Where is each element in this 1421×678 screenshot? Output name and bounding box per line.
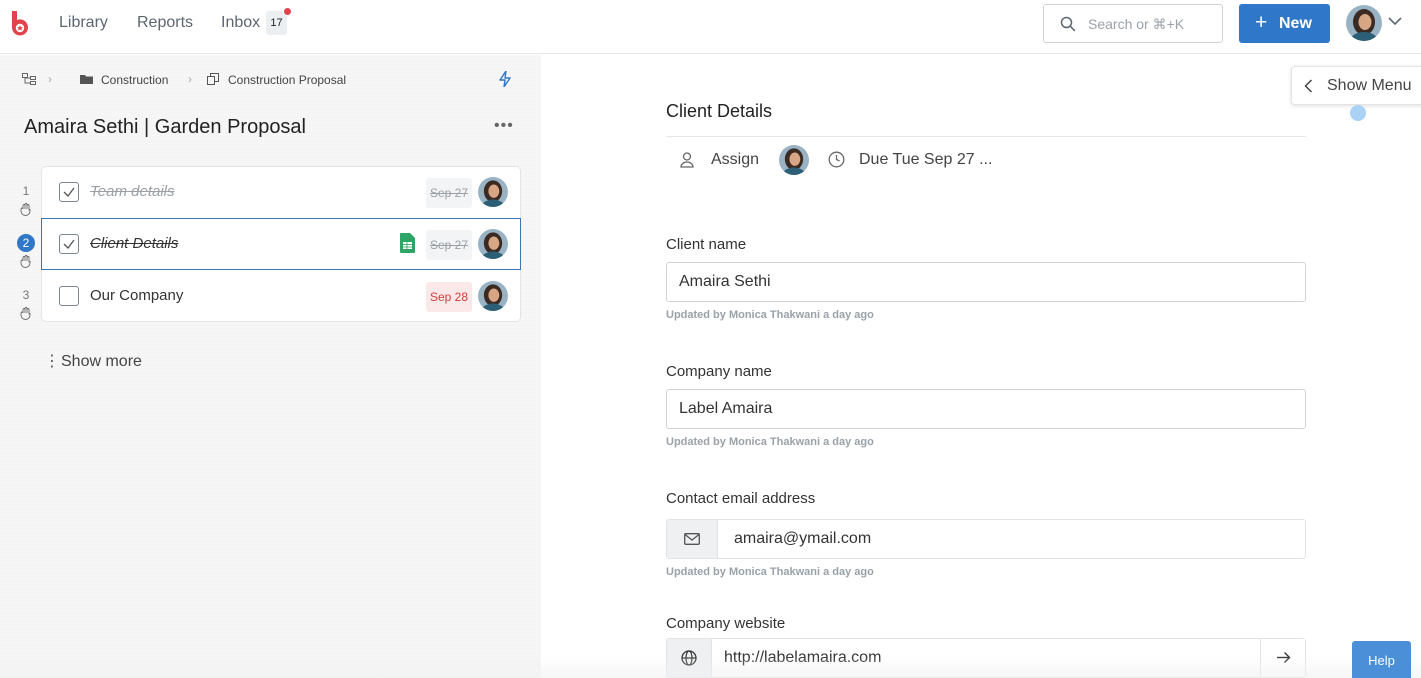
clock-icon <box>828 151 845 168</box>
top-navigation-bar: Library Reports Inbox 17 Search or ⌘+K +… <box>0 0 1421 54</box>
show-menu-label: Show Menu <box>1327 77 1412 94</box>
task-detail-panel: Client Details Assign Due Tue Sep 27 ...… <box>541 55 1421 678</box>
email-addon <box>667 520 718 558</box>
check-icon <box>63 239 75 249</box>
chevron-down-icon[interactable] <box>1388 16 1402 26</box>
more-options-button[interactable]: ••• <box>494 117 514 135</box>
breadcrumb: › Construction › Construction Proposal <box>0 55 541 105</box>
contact-email-field[interactable]: amaira@ymail.com <box>666 519 1306 559</box>
help-button[interactable]: Help <box>1352 641 1411 678</box>
spreadsheet-icon <box>400 233 415 253</box>
contact-email-label: Contact email address <box>666 490 816 507</box>
vertical-dots-icon: ⋮ <box>44 353 60 370</box>
search-icon <box>1060 16 1076 32</box>
task-number: 3 <box>22 288 30 302</box>
company-website-label: Company website <box>666 615 786 632</box>
lightning-icon[interactable] <box>499 71 511 87</box>
task-row-selected[interactable]: Client Details Sep 27 <box>41 218 521 270</box>
breadcrumb-template-link[interactable]: Construction Proposal <box>228 73 346 87</box>
indicator-dot <box>1350 105 1366 121</box>
show-more-label: Show more <box>61 353 142 370</box>
contact-email-value: amaira@ymail.com <box>734 530 872 547</box>
task-row[interactable]: Our Company Sep 28 <box>42 271 520 323</box>
drag-handle-icon[interactable] <box>20 307 32 320</box>
globe-icon <box>681 650 697 666</box>
task-checkbox[interactable] <box>59 286 79 306</box>
folder-icon <box>80 75 93 84</box>
update-note: Updated by Monica Thakwani a day ago <box>666 566 874 578</box>
client-name-label: Client name <box>666 236 747 253</box>
person-icon <box>680 152 694 168</box>
task-name: Client Details <box>90 235 179 252</box>
due-date-badge: Sep 27 <box>426 230 473 260</box>
task-number-active: 2 <box>17 234 35 252</box>
client-name-field[interactable]: Amaira Sethi <box>666 262 1306 302</box>
company-name-field[interactable]: Label Amaira <box>666 389 1306 429</box>
search-input[interactable]: Search or ⌘+K <box>1043 4 1223 43</box>
user-avatar[interactable] <box>1346 5 1382 41</box>
breadcrumb-separator: › <box>48 72 52 86</box>
company-name-label: Company name <box>666 363 772 380</box>
task-name: Our Company <box>90 287 184 304</box>
chevron-left-icon <box>1304 79 1313 93</box>
assignee-avatar[interactable] <box>478 281 508 311</box>
task-checkbox[interactable] <box>59 234 79 254</box>
task-list: Team details Sep 27 Client Details Sep 2… <box>41 166 521 322</box>
due-date-badge: Sep 27 <box>426 178 473 208</box>
company-website-value: http://labelamaira.com <box>724 649 882 666</box>
company-website-field[interactable]: http://labelamaira.com <box>666 638 1306 678</box>
update-note: Updated by Monica Thakwani a day ago <box>666 309 874 321</box>
show-menu-button[interactable]: Show Menu <box>1291 66 1421 105</box>
assignee-avatar[interactable] <box>478 177 508 207</box>
assignee-avatar[interactable] <box>779 145 809 175</box>
workflow-icon[interactable] <box>22 73 36 85</box>
website-addon <box>667 639 712 677</box>
drag-handle-icon[interactable] <box>20 203 32 216</box>
copy-icon <box>207 73 219 85</box>
new-button-label: New <box>1279 15 1312 32</box>
nav-library-link[interactable]: Library <box>59 14 108 32</box>
show-more-button[interactable]: ⋮Show more <box>44 351 142 371</box>
divider <box>666 136 1306 137</box>
nav-inbox-link[interactable]: Inbox <box>221 14 260 32</box>
task-checkbox[interactable] <box>59 182 79 202</box>
task-row[interactable]: Team details Sep 27 <box>42 167 520 219</box>
due-date-button[interactable]: Due Tue Sep 27 ... <box>859 151 992 169</box>
assign-button[interactable]: Assign <box>711 151 759 169</box>
task-number: 1 <box>22 184 30 198</box>
search-placeholder: Search or ⌘+K <box>1088 16 1185 32</box>
mail-icon <box>684 533 700 545</box>
new-button[interactable]: + New <box>1239 4 1330 43</box>
check-icon <box>63 187 75 197</box>
nav-reports-link[interactable]: Reports <box>137 14 193 32</box>
update-note: Updated by Monica Thakwani a day ago <box>666 436 874 448</box>
drag-handle-icon[interactable] <box>20 255 32 268</box>
task-name: Team details <box>90 183 175 200</box>
arrow-right-icon <box>1277 652 1291 663</box>
inbox-notification-dot <box>283 7 292 16</box>
open-website-button[interactable] <box>1260 639 1305 677</box>
section-title: Client Details <box>666 101 773 121</box>
breadcrumb-separator: › <box>188 72 192 86</box>
checklist-sidebar: › Construction › Construction Proposal A… <box>0 55 541 678</box>
brand-logo-icon[interactable] <box>9 11 31 37</box>
plus-icon: + <box>1255 11 1268 34</box>
assignee-avatar[interactable] <box>478 229 508 259</box>
breadcrumb-folder-link[interactable]: Construction <box>101 73 168 87</box>
due-date-badge-overdue: Sep 28 <box>426 282 473 312</box>
page-title: Amaira Sethi | Garden Proposal <box>24 116 307 138</box>
